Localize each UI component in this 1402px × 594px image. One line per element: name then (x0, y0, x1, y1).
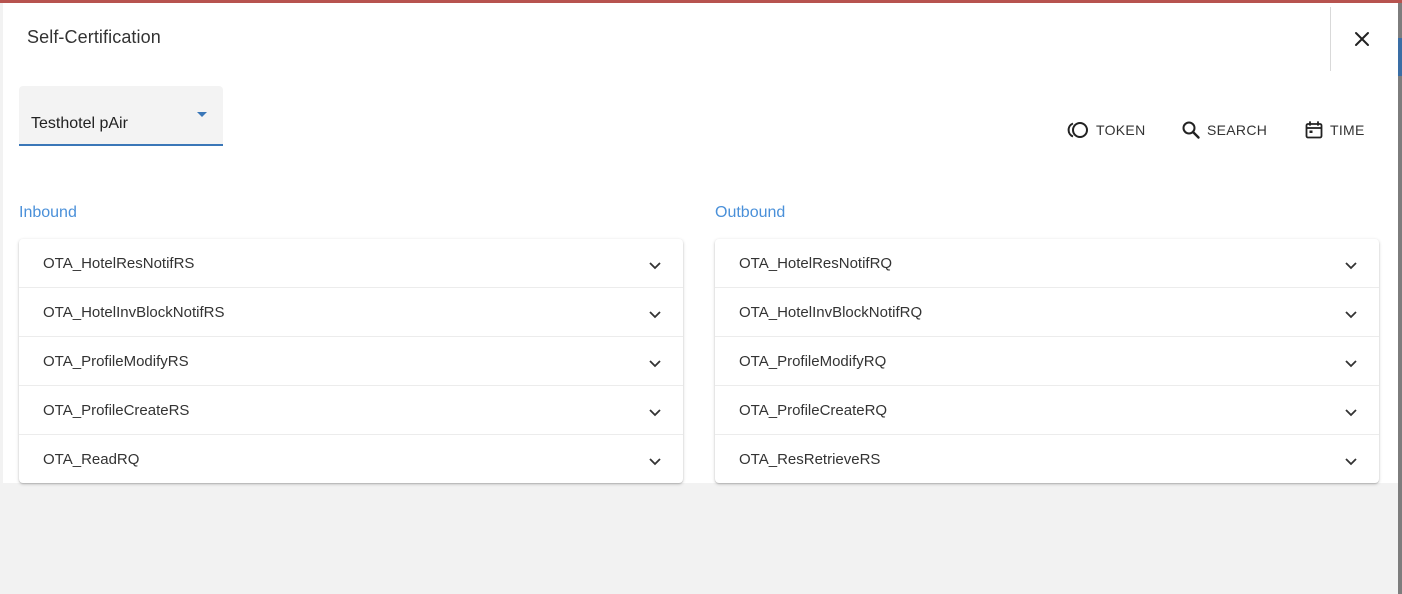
token-button[interactable]: TOKEN (1066, 117, 1145, 143)
search-button-label: SEARCH (1207, 122, 1268, 138)
close-icon (1355, 32, 1369, 46)
chevron-down-icon (1345, 409, 1357, 417)
dialog-toolbar: Testhotel pAir TOKEN SEARCH TIME (3, 71, 1398, 183)
dialog-title: Self-Certification (27, 27, 161, 47)
chevron-down-icon (1345, 311, 1357, 319)
chevron-down-icon (1345, 360, 1357, 368)
list-item-label: OTA_HotelInvBlockNotifRQ (739, 304, 923, 321)
chevron-down-icon (649, 311, 661, 319)
outbound-item-ota-resretrievers[interactable]: OTA_ResRetrieveRS (715, 435, 1379, 483)
hotel-select[interactable]: Testhotel pAir (19, 86, 223, 146)
list-item-label: OTA_ResRetrieveRS (739, 451, 881, 468)
search-button[interactable]: SEARCH (1181, 117, 1267, 143)
background-highlight (1398, 38, 1402, 76)
list-item-label: OTA_ProfileModifyRS (43, 353, 189, 370)
time-button-label: TIME (1330, 122, 1365, 138)
hotel-select-value: Testhotel pAir (31, 115, 128, 132)
inbound-item-ota-hotelresnotifrs[interactable]: OTA_HotelResNotifRS (19, 239, 683, 288)
outbound-item-ota-hotelresnotifrq[interactable]: OTA_HotelResNotifRQ (715, 239, 1379, 288)
chevron-down-icon (197, 112, 207, 117)
inbound-item-ota-profilecreaters[interactable]: OTA_ProfileCreateRS (19, 386, 683, 435)
inbound-list: OTA_HotelResNotifRS OTA_HotelInvBlockNot… (19, 239, 683, 483)
list-item-label: OTA_ProfileCreateRQ (739, 402, 888, 419)
header-divider (1330, 7, 1331, 71)
search-icon (1182, 121, 1200, 139)
token-icon (1067, 122, 1088, 138)
time-button[interactable]: TIME (1304, 117, 1365, 143)
outbound-title: Outbound (715, 204, 786, 221)
list-item-label: OTA_ReadRQ (43, 451, 140, 468)
outbound-item-ota-profilemodifyrq[interactable]: OTA_ProfileModifyRQ (715, 337, 1379, 386)
inbound-item-ota-profilemodifyrs[interactable]: OTA_ProfileModifyRS (19, 337, 683, 386)
self-certification-dialog: Self-Certification Testhotel pAir TOKEN (3, 3, 1398, 483)
inbound-item-ota-hotelinvblocknotifrs[interactable]: OTA_HotelInvBlockNotifRS (19, 288, 683, 337)
chevron-down-icon (1345, 458, 1357, 466)
chevron-down-icon (649, 262, 661, 270)
background-scrollbar (1398, 3, 1402, 594)
chevron-down-icon (649, 360, 661, 368)
list-item-label: OTA_ProfileModifyRQ (739, 353, 887, 370)
token-button-label: TOKEN (1096, 122, 1146, 138)
chevron-down-icon (1345, 262, 1357, 270)
list-item-label: OTA_ProfileCreateRS (43, 402, 190, 419)
list-item-label: OTA_HotelResNotifRQ (739, 255, 893, 272)
list-item-label: OTA_HotelResNotifRS (43, 255, 195, 272)
close-button[interactable] (1348, 25, 1376, 53)
chevron-down-icon (649, 409, 661, 417)
inbound-item-ota-readrq[interactable]: OTA_ReadRQ (19, 435, 683, 483)
outbound-list: OTA_HotelResNotifRQ OTA_HotelInvBlockNot… (715, 239, 1379, 483)
outbound-item-ota-hotelinvblocknotifrq[interactable]: OTA_HotelInvBlockNotifRQ (715, 288, 1379, 337)
list-item-label: OTA_HotelInvBlockNotifRS (43, 304, 225, 321)
dialog-header: Self-Certification (3, 3, 1398, 71)
calendar-icon (1305, 121, 1323, 139)
outbound-item-ota-profilecreaterq[interactable]: OTA_ProfileCreateRQ (715, 386, 1379, 435)
chevron-down-icon (649, 458, 661, 466)
inbound-title: Inbound (19, 204, 77, 221)
